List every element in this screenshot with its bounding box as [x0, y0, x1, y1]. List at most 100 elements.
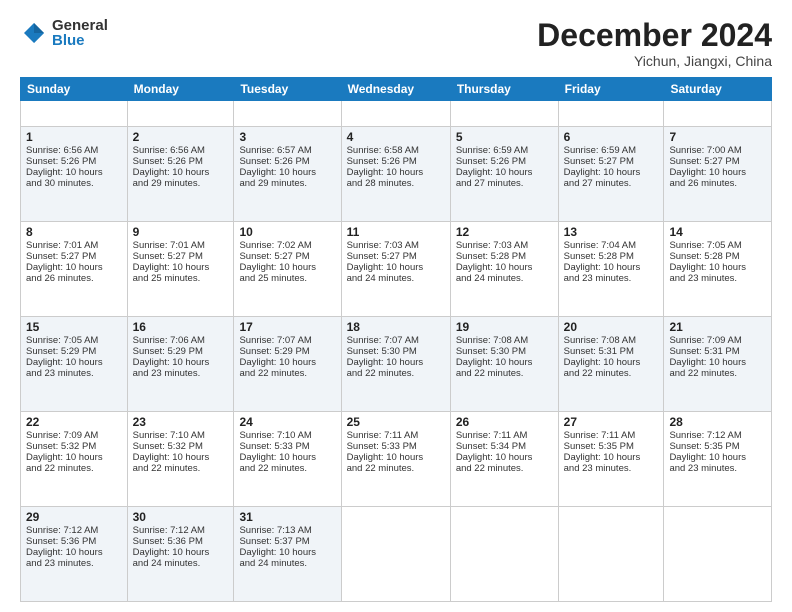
daylight-text: Daylight: 10 hours — [26, 167, 103, 178]
sunrise-text: Sunrise: 7:11 AM — [456, 430, 528, 441]
daylight-text: Daylight: 10 hours — [26, 262, 103, 273]
sunrise-text: Sunrise: 7:07 AM — [239, 335, 311, 346]
calendar-table: SundayMondayTuesdayWednesdayThursdayFrid… — [20, 77, 772, 602]
sunrise-text: Sunrise: 7:08 AM — [564, 335, 636, 346]
daylight-minutes-text: and 24 minutes. — [239, 558, 307, 569]
calendar-cell: 20Sunrise: 7:08 AMSunset: 5:31 PMDayligh… — [558, 317, 664, 412]
daylight-minutes-text: and 22 minutes. — [456, 463, 524, 474]
calendar-page: General Blue December 2024 Yichun, Jiang… — [0, 0, 792, 612]
day-number: 12 — [456, 225, 553, 239]
day-header-wednesday: Wednesday — [341, 78, 450, 101]
calendar-cell: 23Sunrise: 7:10 AMSunset: 5:32 PMDayligh… — [127, 411, 234, 506]
sunrise-text: Sunrise: 7:05 AM — [26, 335, 98, 346]
day-number: 31 — [239, 510, 335, 524]
sunrise-text: Sunrise: 7:12 AM — [669, 430, 741, 441]
sunset-text: Sunset: 5:27 PM — [564, 156, 634, 167]
daylight-minutes-text: and 29 minutes. — [239, 178, 307, 189]
calendar-cell — [127, 101, 234, 127]
daylight-minutes-text: and 24 minutes. — [456, 273, 524, 284]
daylight-minutes-text: and 22 minutes. — [239, 463, 307, 474]
day-number: 29 — [26, 510, 122, 524]
daylight-text: Daylight: 10 hours — [133, 262, 210, 273]
sunset-text: Sunset: 5:28 PM — [564, 251, 634, 262]
day-number: 25 — [347, 415, 445, 429]
sunset-text: Sunset: 5:27 PM — [133, 251, 203, 262]
calendar-cell — [21, 101, 128, 127]
sunset-text: Sunset: 5:27 PM — [347, 251, 417, 262]
sunset-text: Sunset: 5:28 PM — [669, 251, 739, 262]
sunrise-text: Sunrise: 6:59 AM — [456, 145, 528, 156]
calendar-cell: 22Sunrise: 7:09 AMSunset: 5:32 PMDayligh… — [21, 411, 128, 506]
sunset-text: Sunset: 5:30 PM — [347, 346, 417, 357]
daylight-text: Daylight: 10 hours — [133, 167, 210, 178]
daylight-minutes-text: and 22 minutes. — [564, 368, 632, 379]
day-number: 4 — [347, 130, 445, 144]
sunrise-text: Sunrise: 7:07 AM — [347, 335, 419, 346]
daylight-text: Daylight: 10 hours — [347, 452, 424, 463]
daylight-text: Daylight: 10 hours — [456, 357, 533, 368]
month-title: December 2024 — [537, 18, 772, 53]
calendar-cell: 21Sunrise: 7:09 AMSunset: 5:31 PMDayligh… — [664, 317, 772, 412]
calendar-cell — [558, 101, 664, 127]
day-number: 23 — [133, 415, 229, 429]
sunrise-text: Sunrise: 7:03 AM — [456, 240, 528, 251]
sunset-text: Sunset: 5:31 PM — [669, 346, 739, 357]
sunset-text: Sunset: 5:26 PM — [456, 156, 526, 167]
daylight-text: Daylight: 10 hours — [564, 262, 641, 273]
sunset-text: Sunset: 5:34 PM — [456, 441, 526, 452]
sunrise-text: Sunrise: 7:01 AM — [133, 240, 205, 251]
daylight-minutes-text: and 23 minutes. — [669, 463, 737, 474]
day-header-friday: Friday — [558, 78, 664, 101]
sunset-text: Sunset: 5:32 PM — [133, 441, 203, 452]
calendar-week-5: 22Sunrise: 7:09 AMSunset: 5:32 PMDayligh… — [21, 411, 772, 506]
calendar-cell: 27Sunrise: 7:11 AMSunset: 5:35 PMDayligh… — [558, 411, 664, 506]
sunrise-text: Sunrise: 6:57 AM — [239, 145, 311, 156]
day-number: 13 — [564, 225, 659, 239]
daylight-text: Daylight: 10 hours — [239, 167, 316, 178]
title-block: December 2024 Yichun, Jiangxi, China — [537, 18, 772, 69]
day-number: 30 — [133, 510, 229, 524]
calendar-cell: 11Sunrise: 7:03 AMSunset: 5:27 PMDayligh… — [341, 222, 450, 317]
daylight-minutes-text: and 23 minutes. — [564, 463, 632, 474]
day-number: 5 — [456, 130, 553, 144]
calendar-cell — [664, 101, 772, 127]
daylight-text: Daylight: 10 hours — [564, 452, 641, 463]
daylight-minutes-text: and 28 minutes. — [347, 178, 415, 189]
calendar-cell: 10Sunrise: 7:02 AMSunset: 5:27 PMDayligh… — [234, 222, 341, 317]
day-number: 28 — [669, 415, 766, 429]
daylight-text: Daylight: 10 hours — [133, 357, 210, 368]
day-header-tuesday: Tuesday — [234, 78, 341, 101]
calendar-cell: 17Sunrise: 7:07 AMSunset: 5:29 PMDayligh… — [234, 317, 341, 412]
daylight-text: Daylight: 10 hours — [669, 167, 746, 178]
sunset-text: Sunset: 5:27 PM — [26, 251, 96, 262]
calendar-cell — [234, 101, 341, 127]
logo-general-text: General — [52, 18, 108, 33]
sunrise-text: Sunrise: 7:00 AM — [669, 145, 741, 156]
day-header-sunday: Sunday — [21, 78, 128, 101]
calendar-week-2: 1Sunrise: 6:56 AMSunset: 5:26 PMDaylight… — [21, 127, 772, 222]
sunrise-text: Sunrise: 6:56 AM — [133, 145, 205, 156]
sunset-text: Sunset: 5:37 PM — [239, 536, 309, 547]
sunset-text: Sunset: 5:29 PM — [133, 346, 203, 357]
sunset-text: Sunset: 5:31 PM — [564, 346, 634, 357]
sunrise-text: Sunrise: 7:09 AM — [669, 335, 741, 346]
daylight-minutes-text: and 23 minutes. — [669, 273, 737, 284]
daylight-text: Daylight: 10 hours — [456, 452, 533, 463]
sunrise-text: Sunrise: 7:11 AM — [347, 430, 419, 441]
daylight-text: Daylight: 10 hours — [239, 357, 316, 368]
day-number: 7 — [669, 130, 766, 144]
sunset-text: Sunset: 5:30 PM — [456, 346, 526, 357]
calendar-cell — [558, 506, 664, 601]
calendar-cell — [450, 101, 558, 127]
daylight-text: Daylight: 10 hours — [347, 262, 424, 273]
day-number: 19 — [456, 320, 553, 334]
calendar-cell: 28Sunrise: 7:12 AMSunset: 5:35 PMDayligh… — [664, 411, 772, 506]
daylight-text: Daylight: 10 hours — [564, 167, 641, 178]
daylight-text: Daylight: 10 hours — [456, 167, 533, 178]
daylight-text: Daylight: 10 hours — [669, 357, 746, 368]
sunset-text: Sunset: 5:29 PM — [239, 346, 309, 357]
daylight-minutes-text: and 22 minutes. — [669, 368, 737, 379]
daylight-minutes-text: and 23 minutes. — [26, 558, 94, 569]
daylight-text: Daylight: 10 hours — [456, 262, 533, 273]
day-number: 3 — [239, 130, 335, 144]
